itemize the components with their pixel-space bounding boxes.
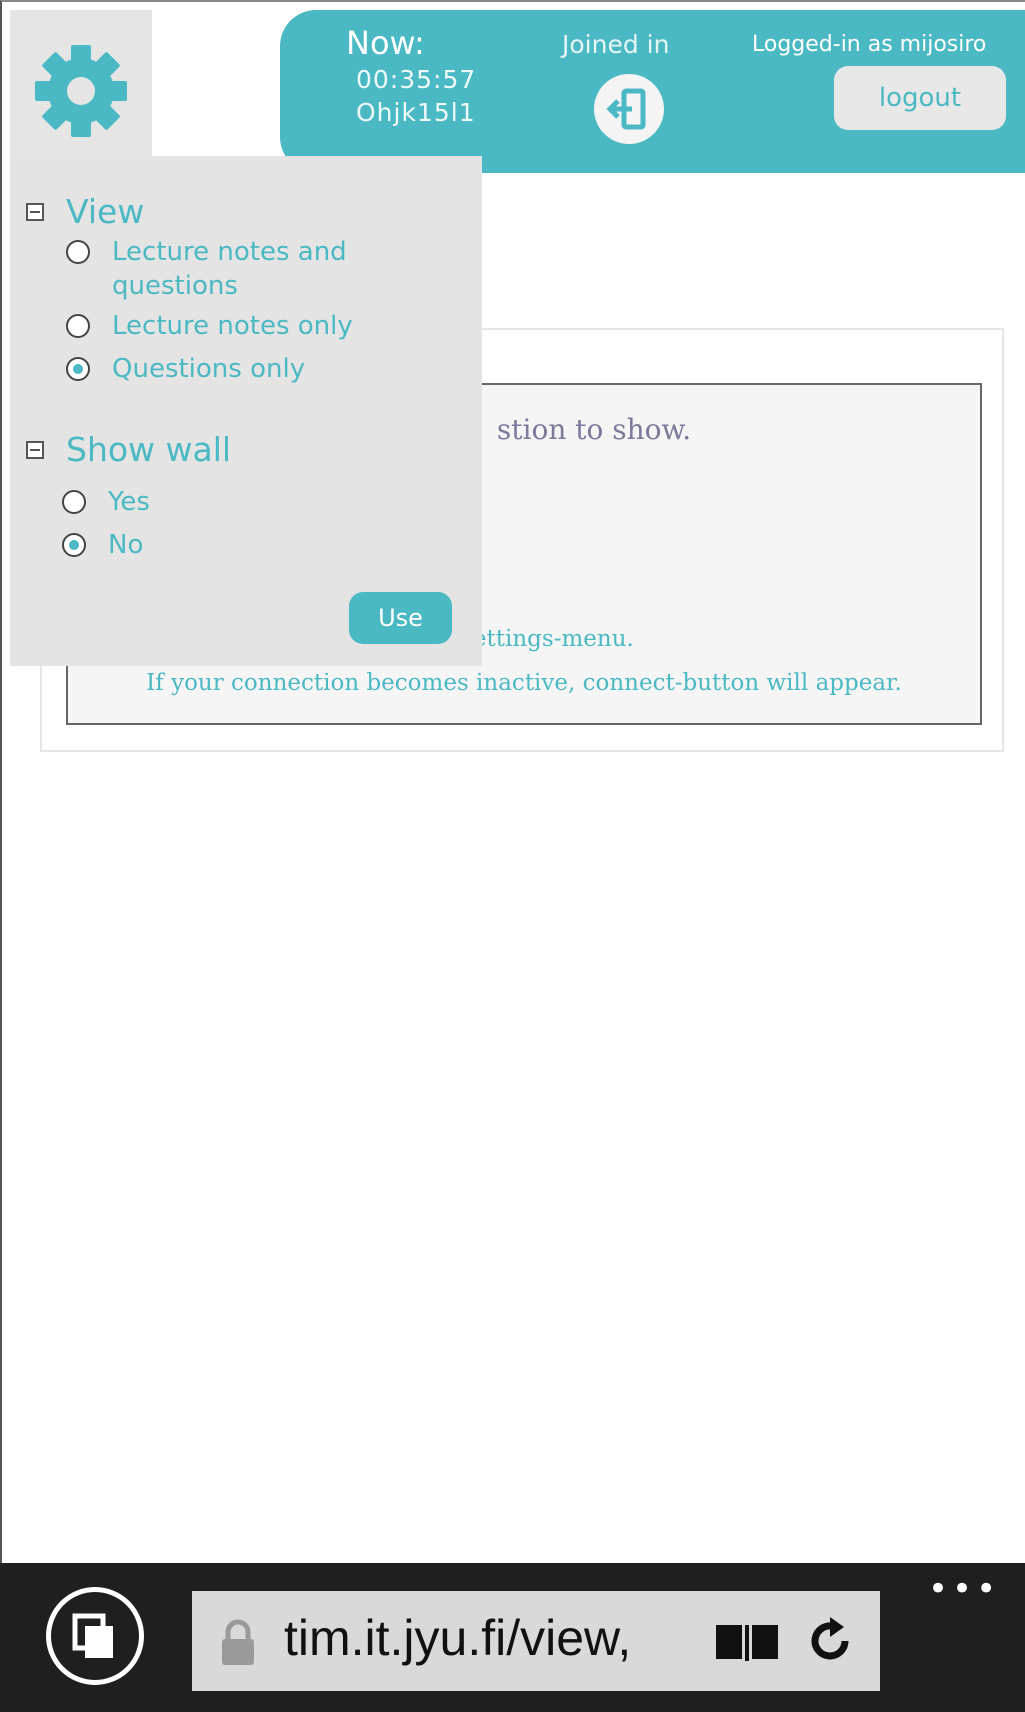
url-text[interactable]: tim.it.jyu.fi/view, — [284, 1609, 631, 1667]
option-label: Lecture notes and questions — [112, 237, 347, 301]
lecture-code: Ohjk15l1 — [356, 98, 476, 127]
radio-button[interactable] — [62, 490, 86, 514]
logged-in-user: Logged-in as mijosiro — [752, 32, 987, 57]
option-label: Lecture notes only — [112, 311, 353, 341]
connection-hint: If your connection becomes inactive, con… — [146, 670, 902, 696]
leave-lecture-icon[interactable] — [594, 74, 664, 144]
wall-title: Show wall — [66, 430, 232, 469]
lecture-time: 00:35:57 — [356, 65, 477, 94]
view-option-notes-only[interactable]: Lecture notes only — [66, 309, 353, 343]
gear-icon — [35, 45, 127, 137]
refresh-icon[interactable] — [804, 1615, 856, 1667]
lock-icon — [222, 1619, 254, 1665]
joined-label: Joined in — [562, 30, 670, 59]
settings-panel: View Lecture notes and questions Lecture… — [10, 156, 482, 666]
radio-button-selected[interactable] — [62, 533, 86, 557]
collapse-icon[interactable] — [26, 440, 44, 459]
tabs-button[interactable] — [46, 1587, 144, 1685]
wall-option-no[interactable]: No — [62, 528, 143, 562]
lecture-header: Now: 00:35:57 Ohjk15l1 Joined in Logged-… — [280, 10, 1025, 173]
reading-view-icon[interactable] — [712, 1621, 782, 1663]
now-label: Now: — [346, 24, 425, 62]
option-label: Questions only — [112, 354, 306, 384]
address-bar[interactable]: tim.it.jyu.fi/view, — [192, 1591, 880, 1691]
view-section-header[interactable]: View — [26, 192, 144, 231]
more-menu-button[interactable]: ••• — [928, 1569, 1000, 1609]
browser-toolbar: tim.it.jyu.fi/view, ••• — [0, 1563, 1025, 1712]
option-label: No — [108, 530, 144, 560]
logout-button[interactable]: logout — [834, 66, 1006, 130]
view-title: View — [66, 192, 145, 231]
wall-option-yes[interactable]: Yes — [62, 485, 150, 519]
collapse-icon[interactable] — [26, 202, 44, 221]
option-label: Yes — [108, 487, 150, 517]
wall-section-header[interactable]: Show wall — [26, 430, 231, 469]
view-option-questions-only[interactable]: Questions only — [66, 352, 305, 386]
tabs-icon — [72, 1613, 113, 1658]
view-option-notes-and-questions[interactable]: Lecture notes and questions — [66, 235, 446, 303]
radio-button[interactable] — [66, 240, 90, 264]
settings-toggle[interactable] — [10, 10, 152, 158]
use-button[interactable]: Use — [349, 592, 452, 644]
radio-button-selected[interactable] — [66, 357, 90, 381]
radio-button[interactable] — [66, 314, 90, 338]
